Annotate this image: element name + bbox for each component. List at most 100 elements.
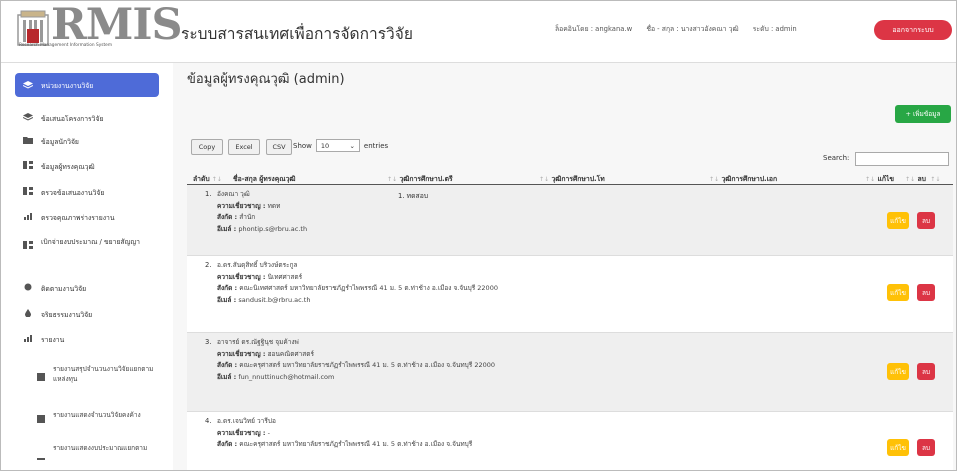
expertise-label: ความเชี่ยวชาญ : [217, 349, 266, 358]
sort-icon: ↑↓ [905, 176, 916, 183]
affiliation-value: คณะครุศาสตร์ มหาวิทยาลัยราชภัฏรำไพพรรณี … [239, 440, 473, 448]
excel-button[interactable]: Excel [228, 139, 260, 155]
expertise-label: ความเชี่ยวชาญ : [217, 272, 266, 281]
column-header-no[interactable]: ลำดับ ↑↓ [193, 173, 222, 184]
sort-icon: ↑↓ [930, 176, 941, 183]
expert-name: อ.ดร.เจนวิทย์ วารีบ่อ [217, 417, 276, 425]
experts-table: ลำดับ ↑↓ ชื่อ-สกุล ผู้ทรงคุณวุฒิ ↑↓ วุฒิก… [187, 169, 953, 470]
sidebar-item-label: รายงาน [41, 336, 65, 344]
square-icon [37, 458, 45, 460]
delete-button[interactable]: ลบ [917, 439, 935, 456]
sidebar-item-ethics[interactable]: จริยธรรมงานวิจัย [15, 309, 159, 320]
sidebar-item-experts[interactable]: ข้อมูลผู้ทรงคุณวุฒิ [15, 161, 159, 172]
grid-icon [23, 161, 33, 169]
edit-button[interactable]: แก้ไข [887, 439, 909, 456]
sidebar-item-reports[interactable]: รายงาน [15, 334, 159, 345]
expertise-label: ความเชี่ยวชาญ : [217, 201, 266, 210]
show-label: Show [293, 141, 312, 150]
sidebar-item-tracking[interactable]: ติดตามงานวิจัย [15, 283, 159, 294]
login-info: ล็อคอินโดย : angkana.w [555, 25, 633, 33]
folder-icon [23, 137, 33, 144]
table-row: 3. อาจารย์ ดร.ณัฐฐินุช จุมค้างพ่ ความเชี… [187, 333, 953, 412]
sidebar-item-label: ข้อเสนอโครงการวิจัย [41, 115, 104, 123]
expert-details: อ.ดร.เจนวิทย์ วารีบ่อ ความเชี่ยวชาญ : - … [217, 416, 547, 451]
delete-button[interactable]: ลบ [917, 212, 935, 229]
logo-text: RMIS [51, 0, 183, 50]
report-item-budget[interactable]: รายงานแสดงงบประมาณแยกตาม [37, 444, 155, 460]
sidebar-item-research-units[interactable]: หน่วยงานงานวิจัย [15, 73, 159, 97]
email-value: fun_nnuttinuch@hotmail.com [238, 372, 335, 381]
email-label: อีเมล์ : [217, 372, 237, 381]
sidebar-item-review-quality[interactable]: ตรวจคุณภาพร่างรายงาน [15, 212, 159, 223]
logo-subtitle: Research Management Information System [19, 43, 113, 48]
sidebar-item-review-proposals[interactable]: ตรวจข้อเสนองานวิจัย [15, 187, 159, 198]
email-label: อีเมล์ : [217, 224, 237, 233]
sidebar-item-proposals[interactable]: ข้อเสนอโครงการวิจัย [15, 113, 159, 124]
sort-asc-icon: ↑↓ [211, 176, 222, 183]
sort-icon: ↑↓ [539, 176, 550, 183]
bar-chart-icon [24, 213, 32, 220]
edit-button[interactable]: แก้ไข [887, 363, 909, 380]
entries-select[interactable]: 10 ⌄ [315, 139, 360, 152]
sidebar-item-label: ข้อมูลนักวิจัย [41, 138, 79, 146]
edit-button[interactable]: แก้ไข [887, 212, 909, 229]
layers-icon [23, 113, 33, 121]
expertise-value: นิเทศศาสตร์ [267, 272, 303, 281]
table-header: ลำดับ ↑↓ ชื่อ-สกุล ผู้ทรงคุณวุฒิ ↑↓ วุฒิก… [187, 169, 953, 185]
affiliation-label: สังกัด : [217, 361, 238, 369]
entries-value: 10 [320, 141, 330, 150]
sort-icon: ↑↓ [387, 176, 398, 183]
top-header: RMIS Research Management Information Sys… [1, 1, 956, 63]
column-header-edit[interactable]: ↑↓ แก้ไข [863, 173, 894, 184]
sidebar-item-researchers[interactable]: ข้อมูลนักวิจัย [15, 136, 159, 147]
circle-icon [24, 283, 32, 291]
csv-button[interactable]: CSV [266, 139, 292, 155]
row-number: 1. [205, 190, 212, 198]
sort-icon: ↑↓ [709, 176, 720, 183]
report-item-pending[interactable]: รายงานแสดงจำนวนวิจัยคงค้าง [37, 411, 155, 423]
sidebar-item-budget[interactable]: เบิกจ่ายงบประมาณ / ขยายสัญญา [15, 237, 159, 249]
edit-button[interactable]: แก้ไข [887, 284, 909, 301]
chevron-down-icon: ⌄ [349, 141, 355, 150]
expert-name: อ.ดร.สันดุสิทธิ์ บริวงษ์ตระกูล [217, 261, 298, 269]
column-header-name[interactable]: ชื่อ-สกุล ผู้ทรงคุณวุฒิ [233, 173, 296, 184]
square-icon [37, 373, 45, 381]
affiliation-value: คณะครุศาสตร์ มหาวิทยาลัยราชภัฏรำไพพรรณี … [239, 361, 496, 369]
building-logo-icon [17, 10, 49, 46]
email-value: sandusit.b@rbru.ac.th [238, 295, 311, 304]
sidebar-item-label: ตรวจคุณภาพร่างรายงาน [41, 214, 115, 222]
affiliation-value: คณะนิเทศศาสตร์ มหาวิทยาลัยราชภัฏรำไพพรรณ… [239, 284, 498, 292]
delete-button[interactable]: ลบ [917, 363, 935, 380]
delete-button[interactable]: ลบ [917, 284, 935, 301]
sidebar-item-label: จริยธรรมงานวิจัย [41, 311, 93, 319]
column-header-master[interactable]: ↑↓ วุฒิการศึกษาป.โท [537, 173, 605, 184]
layers-icon [23, 81, 33, 89]
search-input[interactable] [855, 152, 949, 166]
user-info: ล็อคอินโดย : angkana.w ชื่อ - สกุล : นาง… [555, 23, 809, 34]
column-header-bachelor[interactable]: ↑↓ วุฒิการศึกษาป.ตรี [385, 173, 453, 184]
copy-button[interactable]: Copy [191, 139, 223, 155]
column-header-delete[interactable]: ↑↓ ลบ ↑↓ [903, 173, 940, 184]
expertise-value: - [267, 428, 270, 437]
add-data-button[interactable]: + เพิ่มข้อมูล [895, 105, 951, 123]
sort-icon: ↑↓ [865, 176, 876, 183]
row-number: 2. [205, 261, 212, 269]
affiliation-label: สังกัด : [217, 440, 238, 448]
expert-name: อังคณา วุฒิ [217, 190, 250, 198]
sidebar: หน่วยงานงานวิจัย ข้อเสนอโครงการวิจัย ข้อ… [1, 63, 159, 470]
rmis-logo[interactable]: RMIS Research Management Information Sys… [17, 1, 183, 55]
logout-button[interactable]: ออกจากระบบ [874, 20, 952, 40]
sidebar-item-label: เบิกจ่ายงบประมาณ / ขยายสัญญา [41, 238, 140, 246]
entries-label: entries [363, 141, 389, 150]
affiliation-value: สำนัก [239, 213, 256, 221]
sidebar-item-label: หน่วยงานงานวิจัย [41, 81, 94, 90]
report-item-funding[interactable]: รายงานสรุปจำนวนงานวิจัยแยกตามแหล่งทุน [37, 365, 155, 384]
drop-icon [25, 309, 31, 317]
email-value: phontip.s@rbru.ac.th [238, 224, 308, 233]
email-label: อีเมล์ : [217, 295, 237, 304]
expert-details: อ.ดร.สันดุสิทธิ์ บริวงษ์ตระกูล ความเชี่ย… [217, 260, 547, 306]
column-header-doctor[interactable]: ↑↓ วุฒิการศึกษาป.เอก [707, 173, 777, 184]
app-window: RMIS Research Management Information Sys… [0, 0, 957, 471]
row-number: 4. [205, 417, 212, 425]
page-title: ข้อมูลผู้ทรงคุณวุฒิ (admin) [187, 72, 345, 87]
